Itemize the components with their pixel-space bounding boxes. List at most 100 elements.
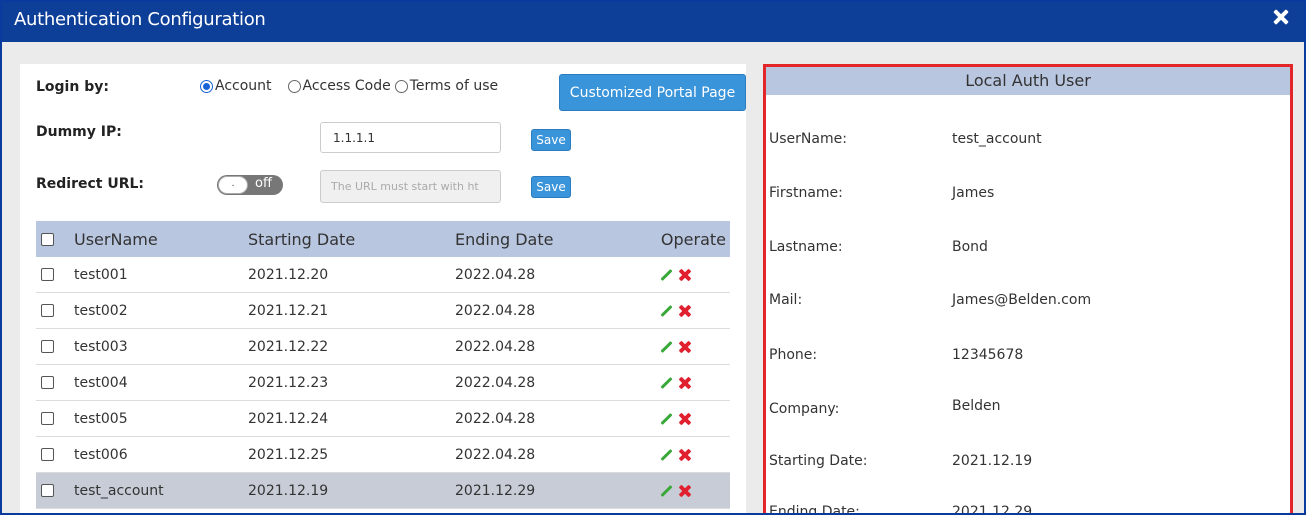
cell-operate bbox=[649, 339, 730, 355]
detail-label-starting-date: Starting Date: bbox=[769, 453, 868, 469]
radio-account[interactable]: Account bbox=[200, 78, 272, 94]
cell-starting-date: 2021.12.20 bbox=[248, 266, 329, 283]
header-ending-date[interactable]: Ending Date bbox=[455, 230, 649, 249]
table-row-selected[interactable]: test_account 2021.12.19 2021.12.29 bbox=[36, 473, 730, 509]
login-by-label: Login by: bbox=[36, 79, 109, 95]
cell-starting-date: 2021.12.19 bbox=[248, 482, 329, 499]
pencil-icon[interactable] bbox=[658, 303, 674, 319]
detail-label-phone: Phone: bbox=[769, 347, 818, 363]
delete-x-icon[interactable] bbox=[678, 484, 692, 498]
toggle-knob: . bbox=[218, 176, 248, 194]
radio-access-code-button[interactable] bbox=[287, 79, 301, 93]
pencil-icon[interactable] bbox=[658, 339, 674, 355]
cell-username: test003 bbox=[74, 338, 128, 355]
table-row[interactable]: test003 2021.12.22 2022.04.28 bbox=[36, 329, 730, 365]
radio-access-code-label: Access Code bbox=[302, 78, 391, 94]
close-icon[interactable] bbox=[1270, 6, 1292, 28]
cell-username: test004 bbox=[74, 374, 128, 391]
radio-account-label: Account bbox=[215, 78, 272, 94]
detail-value-mail: James@Belden.com bbox=[952, 292, 1092, 308]
cell-operate bbox=[649, 447, 730, 463]
toggle-state-text: off bbox=[255, 176, 272, 191]
login-by-radio-group: Account Access Code Terms of use bbox=[200, 78, 502, 94]
cell-starting-date: 2021.12.24 bbox=[248, 410, 329, 427]
table-header: UserName Starting Date Ending Date Opera… bbox=[36, 221, 730, 257]
row-checkbox[interactable] bbox=[41, 412, 54, 425]
radio-account-button[interactable] bbox=[200, 79, 213, 93]
detail-value-phone: 12345678 bbox=[952, 347, 1024, 363]
row-checkbox[interactable] bbox=[41, 340, 54, 353]
table-row[interactable]: test001 2021.12.20 2022.04.28 bbox=[36, 257, 730, 293]
pencil-icon[interactable] bbox=[658, 411, 674, 427]
cell-starting-date: 2021.12.21 bbox=[248, 302, 329, 319]
row-checkbox[interactable] bbox=[41, 484, 54, 497]
dummy-ip-label: Dummy IP: bbox=[36, 124, 122, 140]
cell-operate bbox=[649, 303, 730, 319]
select-all-checkbox[interactable] bbox=[41, 232, 54, 246]
cell-username: test001 bbox=[74, 266, 128, 283]
delete-x-icon[interactable] bbox=[678, 412, 692, 426]
local-auth-user-panel: Local Auth User UserName: test_account F… bbox=[763, 64, 1293, 515]
header-operate: Operate bbox=[660, 229, 726, 249]
detail-label-mail: Mail: bbox=[769, 292, 803, 308]
cell-username: test006 bbox=[74, 446, 128, 463]
dummy-ip-input[interactable]: 1.1.1.1 bbox=[320, 122, 501, 153]
detail-label-lastname: Lastname: bbox=[769, 239, 843, 255]
delete-x-icon[interactable] bbox=[678, 304, 692, 318]
detail-value-starting-date: 2021.12.19 bbox=[952, 453, 1033, 469]
table-row[interactable]: test004 2021.12.23 2022.04.28 bbox=[36, 365, 730, 401]
cell-ending-date: 2022.04.28 bbox=[455, 302, 536, 319]
radio-terms-label: Terms of use bbox=[409, 78, 499, 94]
row-checkbox[interactable] bbox=[41, 304, 54, 317]
delete-x-icon[interactable] bbox=[678, 376, 692, 390]
cell-username: test002 bbox=[74, 302, 128, 319]
cell-operate bbox=[649, 375, 730, 391]
delete-x-icon[interactable] bbox=[678, 448, 692, 462]
redirect-url-label: Redirect URL: bbox=[36, 176, 145, 192]
cell-ending-date: 2022.04.28 bbox=[455, 374, 536, 391]
pencil-icon[interactable] bbox=[658, 483, 674, 499]
radio-terms-of-use[interactable]: Terms of use bbox=[394, 78, 499, 94]
dialog-title: Authentication Configuration bbox=[14, 9, 266, 30]
detail-value-ending-date: 2021.12.29 bbox=[952, 504, 1033, 515]
dialog-titlebar: Authentication Configuration bbox=[2, 2, 1304, 42]
table-row[interactable]: test002 2021.12.21 2022.04.28 bbox=[36, 293, 730, 329]
detail-value-lastname: Bond bbox=[952, 239, 988, 255]
cell-starting-date: 2021.12.22 bbox=[248, 338, 329, 355]
table-row[interactable]: test006 2021.12.25 2022.04.28 bbox=[36, 437, 730, 473]
detail-value-username: test_account bbox=[952, 131, 1042, 147]
header-starting-date[interactable]: Starting Date bbox=[248, 230, 455, 249]
auth-config-dialog: Authentication Configuration Login by: A… bbox=[0, 0, 1306, 515]
table-row[interactable]: test005 2021.12.24 2022.04.28 bbox=[36, 401, 730, 437]
radio-terms-button[interactable] bbox=[394, 79, 408, 93]
cell-starting-date: 2021.12.25 bbox=[248, 446, 329, 463]
dummy-ip-save-button[interactable]: Save bbox=[531, 129, 571, 151]
row-checkbox[interactable] bbox=[41, 448, 54, 461]
pencil-icon[interactable] bbox=[658, 267, 674, 283]
users-table: UserName Starting Date Ending Date Opera… bbox=[36, 221, 730, 509]
cell-username: test005 bbox=[74, 410, 128, 427]
pencil-icon[interactable] bbox=[658, 375, 674, 391]
cell-ending-date: 2021.12.29 bbox=[455, 482, 536, 499]
redirect-url-save-button[interactable]: Save bbox=[531, 176, 571, 198]
customized-portal-page-button[interactable]: Customized Portal Page bbox=[559, 74, 746, 111]
row-checkbox[interactable] bbox=[41, 268, 54, 281]
cell-username: test_account bbox=[74, 482, 164, 499]
cell-ending-date: 2022.04.28 bbox=[455, 338, 536, 355]
cell-starting-date: 2021.12.23 bbox=[248, 374, 329, 391]
pencil-icon[interactable] bbox=[658, 447, 674, 463]
cell-ending-date: 2022.04.28 bbox=[455, 446, 536, 463]
detail-label-username: UserName: bbox=[769, 131, 847, 147]
auth-settings-panel: Login by: Account Access Code Terms of u… bbox=[20, 64, 746, 513]
redirect-url-input[interactable]: The URL must start with ht bbox=[320, 170, 501, 203]
redirect-url-toggle[interactable]: . off bbox=[217, 175, 283, 195]
cell-operate bbox=[649, 267, 730, 283]
header-username[interactable]: UserName bbox=[74, 230, 248, 249]
delete-x-icon[interactable] bbox=[678, 340, 692, 354]
row-checkbox[interactable] bbox=[41, 376, 54, 389]
detail-value-firstname: James bbox=[952, 185, 995, 201]
detail-panel-title: Local Auth User bbox=[766, 67, 1290, 95]
delete-x-icon[interactable] bbox=[678, 268, 692, 282]
radio-access-code[interactable]: Access Code bbox=[287, 78, 391, 94]
cell-ending-date: 2022.04.28 bbox=[455, 266, 536, 283]
